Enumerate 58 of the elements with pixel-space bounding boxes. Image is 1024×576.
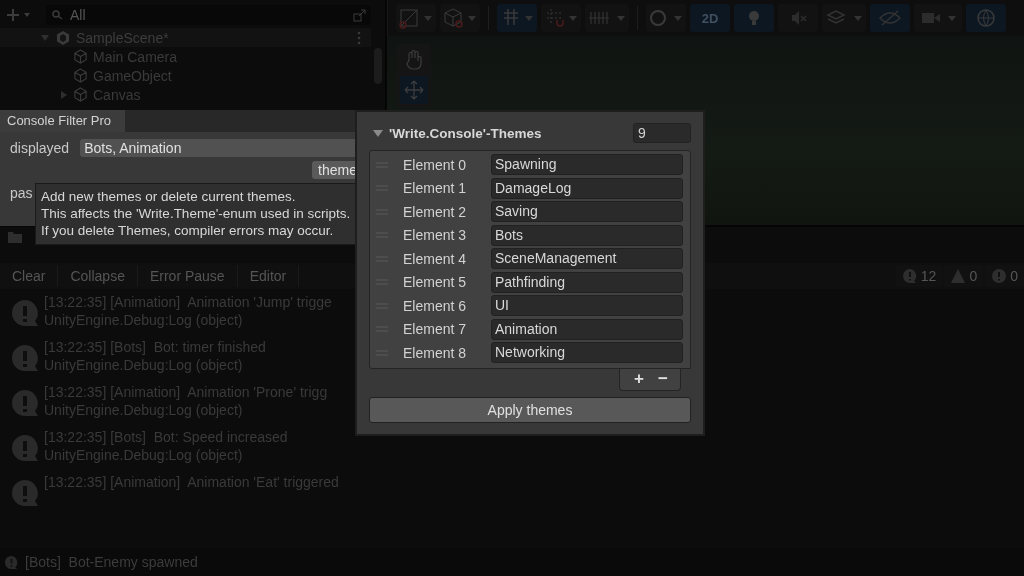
text-field[interactable]: DamageLog [491, 177, 683, 199]
search-icon [52, 10, 64, 20]
grid-icon[interactable] [497, 4, 537, 32]
video-camera-icon[interactable] [914, 4, 962, 32]
field-label: displayed [10, 140, 70, 156]
magnet-icon[interactable] [541, 4, 581, 32]
list-title[interactable]: 'Write.Console'-Themes [389, 125, 542, 141]
more-icon[interactable] [357, 30, 361, 45]
arrow-icon[interactable] [40, 32, 50, 43]
rect-icon[interactable] [396, 4, 436, 32]
ruler-icon[interactable] [585, 4, 629, 32]
text-field[interactable]: Bots [491, 224, 683, 246]
add-button[interactable] [6, 8, 32, 22]
info-bubble-icon [4, 554, 19, 570]
window-tab[interactable]: Console Filter Pro [0, 110, 126, 132]
text-field[interactable]: Saving [491, 201, 683, 223]
search-bar[interactable]: All [46, 5, 371, 25]
arrow-icon[interactable] [60, 89, 68, 100]
cube-icon [73, 49, 88, 64]
tooltip-text: This affects the 'Write.Theme'-enum used in scripts. [41, 205, 352, 222]
search-field[interactable]: All [70, 7, 347, 23]
layers-icon[interactable] [822, 4, 866, 32]
globe-icon[interactable] [966, 4, 1006, 32]
warning-icon [950, 268, 967, 284]
info-bubble-icon [901, 268, 918, 284]
element-label: Element 5 [403, 274, 468, 291]
element-label: Element 8 [403, 344, 468, 361]
text-field[interactable]: UI [491, 295, 683, 317]
light-bulb-icon[interactable] [734, 4, 774, 32]
remove-button[interactable]: − [654, 369, 672, 388]
element-label: Element 1 [403, 180, 468, 197]
field-label: pas [10, 185, 33, 201]
text-field[interactable]: Pathfinding [491, 271, 683, 293]
folder-icon[interactable] [8, 231, 22, 243]
text-field[interactable]: SceneManagement [491, 248, 683, 270]
cube-icon[interactable] [440, 4, 480, 32]
count-field[interactable]: 9 [633, 123, 691, 143]
text-field[interactable]: Networking [491, 342, 683, 364]
triangle-icon[interactable] [373, 128, 383, 138]
tooltip-text: Add new themes or delete current themes. [41, 188, 297, 205]
expand-icon[interactable] [353, 8, 367, 22]
cube-icon [73, 87, 88, 102]
element-label: Element 4 [403, 250, 468, 267]
cube-icon [73, 68, 88, 83]
element-label: Element 0 [403, 156, 468, 173]
element-label: Element 2 [403, 203, 468, 220]
eye-slash-icon[interactable] [870, 4, 910, 32]
speaker-muted-icon[interactable] [778, 4, 818, 32]
add-button[interactable]: + [630, 369, 648, 388]
element-label: Element 3 [403, 227, 468, 244]
text-field[interactable]: Animation [491, 318, 683, 340]
text-field[interactable]: Spawning [491, 154, 683, 176]
element-label: Element 6 [403, 297, 468, 314]
tooltip-text: If you delete Themes, compiler errors may occur. [41, 222, 335, 239]
apply-button[interactable]: Apply themes [369, 396, 691, 423]
error-icon [991, 268, 1008, 284]
element-label: Element 7 [403, 321, 468, 338]
move-icon[interactable] [400, 76, 428, 104]
